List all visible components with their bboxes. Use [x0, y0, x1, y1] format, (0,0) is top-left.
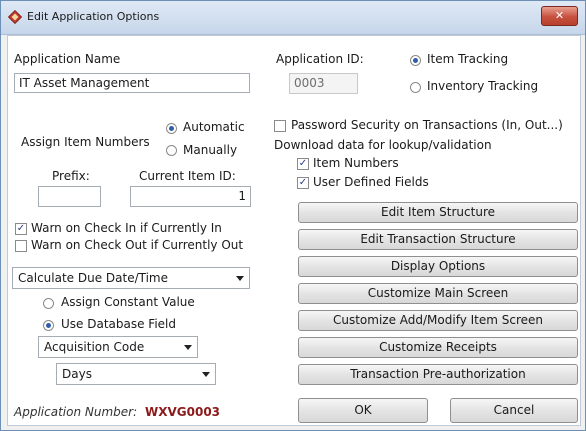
current-item-id-label: Current Item ID:: [139, 169, 236, 183]
user-defined-fields-label[interactable]: User Defined Fields: [313, 175, 429, 189]
time-unit-value: Days: [62, 367, 92, 381]
current-item-id-input[interactable]: 1: [130, 186, 251, 207]
password-security-checkbox[interactable]: [274, 120, 286, 132]
manually-radio[interactable]: [166, 145, 177, 156]
automatic-label[interactable]: Automatic: [183, 120, 245, 134]
title-bar[interactable]: Edit Application Options ✕: [1, 1, 585, 35]
chevron-down-icon: [236, 276, 244, 281]
app-id-input: 0003: [289, 73, 358, 94]
app-name-input[interactable]: IT Asset Management: [14, 73, 250, 93]
cancel-button[interactable]: Cancel: [450, 398, 578, 423]
edit-transaction-structure-button[interactable]: Edit Transaction Structure: [298, 229, 578, 250]
app-number-label: Application Number:: [14, 405, 138, 419]
due-date-dropdown[interactable]: Calculate Due Date/Time: [12, 267, 250, 289]
assign-constant-radio[interactable]: [43, 298, 54, 309]
customize-receipts-button[interactable]: Customize Receipts: [298, 337, 578, 358]
warn-check-in-checkbox[interactable]: ✓: [15, 223, 27, 235]
warn-check-out-checkbox[interactable]: [15, 240, 27, 252]
chevron-down-icon: [202, 372, 210, 377]
chevron-down-icon: [184, 345, 192, 350]
transaction-preauth-button[interactable]: Transaction Pre-authorization: [298, 364, 578, 385]
download-data-label: Download data for lookup/validation: [274, 138, 492, 152]
inventory-tracking-radio[interactable]: [410, 82, 421, 93]
dialog-window: Edit Application Options ✕ Application N…: [0, 0, 586, 431]
due-date-value: Calculate Due Date/Time: [18, 271, 168, 285]
time-unit-dropdown[interactable]: Days: [56, 363, 216, 385]
ok-button[interactable]: OK: [298, 398, 428, 423]
inventory-tracking-label[interactable]: Inventory Tracking: [427, 79, 538, 93]
item-tracking-radio[interactable]: [410, 55, 421, 66]
display-options-button[interactable]: Display Options: [298, 256, 578, 277]
app-id-label: Application ID:: [276, 52, 364, 66]
item-numbers-checkbox[interactable]: ✓: [297, 158, 309, 170]
dialog-body: Application Name IT Asset Management App…: [7, 35, 581, 426]
app-diamond-icon: [8, 10, 22, 24]
password-security-label[interactable]: Password Security on Transactions (In, O…: [291, 118, 563, 132]
window-title: Edit Application Options: [27, 10, 160, 23]
item-tracking-label[interactable]: Item Tracking: [427, 52, 508, 66]
database-field-value: Acquisition Code: [44, 340, 145, 354]
item-numbers-label[interactable]: Item Numbers: [313, 156, 399, 170]
assign-item-numbers-label: Assign Item Numbers: [21, 135, 150, 149]
use-database-field-radio[interactable]: [43, 320, 54, 331]
warn-check-out-label[interactable]: Warn on Check Out if Currently Out: [31, 238, 243, 252]
use-database-field-label[interactable]: Use Database Field: [61, 317, 176, 331]
app-number-value: WXVG0003: [145, 405, 221, 419]
close-button[interactable]: ✕: [541, 6, 578, 26]
warn-check-in-label[interactable]: Warn on Check In if Currently In: [31, 221, 222, 235]
edit-item-structure-button[interactable]: Edit Item Structure: [298, 202, 578, 223]
prefix-input[interactable]: [38, 186, 101, 207]
database-field-dropdown[interactable]: Acquisition Code: [38, 336, 198, 358]
app-name-label: Application Name: [14, 52, 121, 66]
manually-label[interactable]: Manually: [183, 143, 237, 157]
customize-add-modify-button[interactable]: Customize Add/Modify Item Screen: [298, 310, 578, 331]
assign-constant-label[interactable]: Assign Constant Value: [61, 295, 195, 309]
customize-main-screen-button[interactable]: Customize Main Screen: [298, 283, 578, 304]
automatic-radio[interactable]: [166, 123, 177, 134]
user-defined-fields-checkbox[interactable]: ✓: [297, 177, 309, 189]
prefix-label: Prefix:: [52, 169, 90, 183]
